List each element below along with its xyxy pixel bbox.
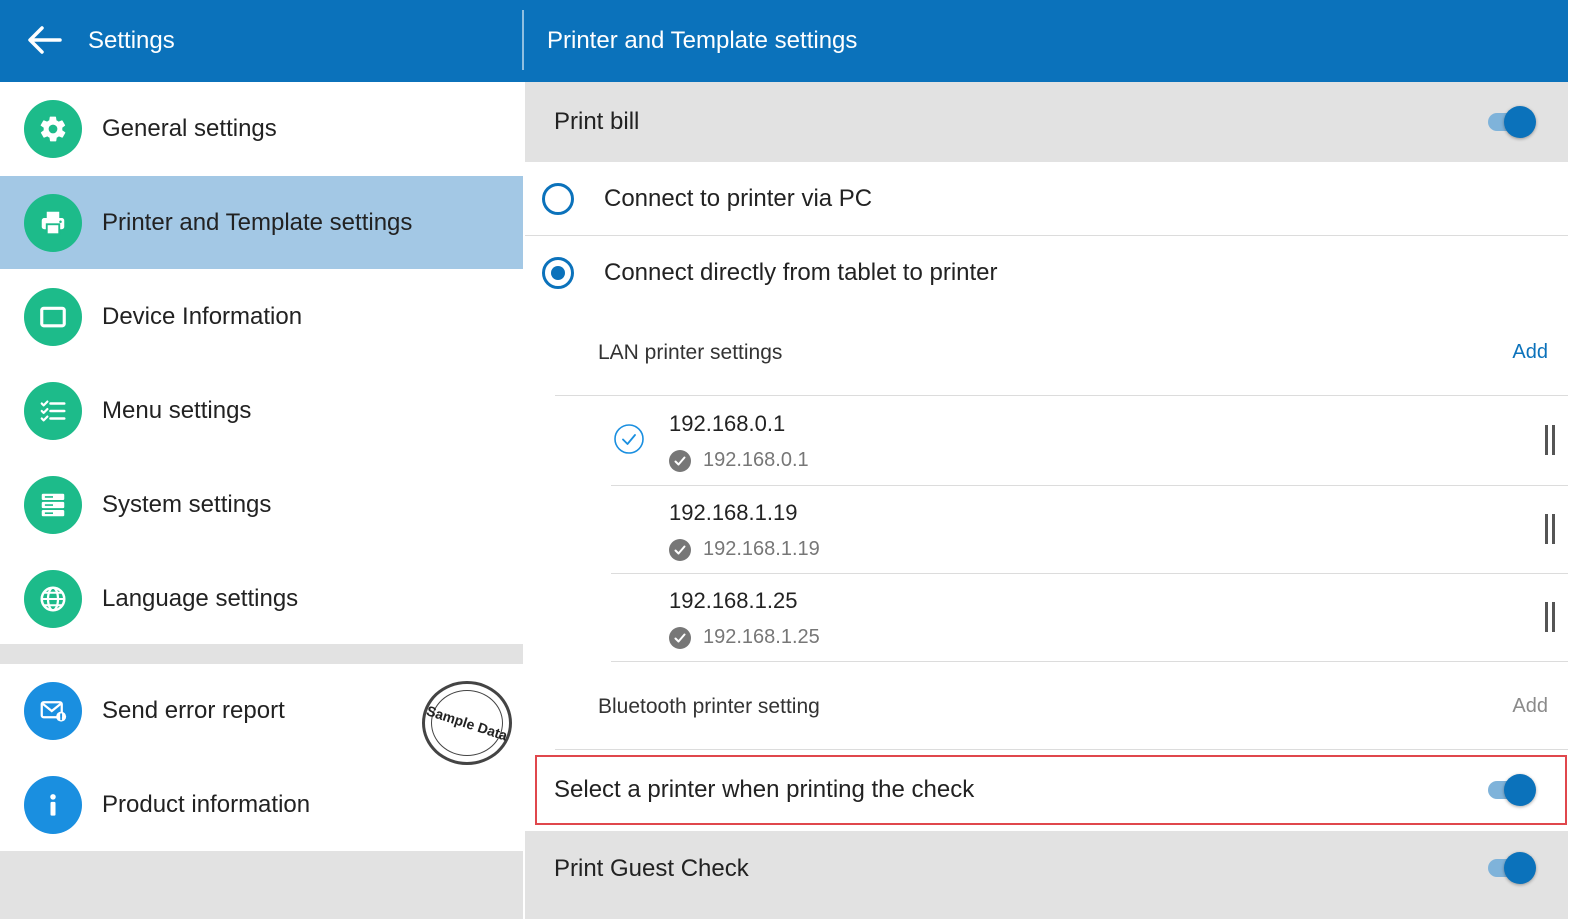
sidebar-item-device-information[interactable]: Device Information bbox=[0, 270, 523, 363]
stamp-text: Sample Data bbox=[424, 702, 510, 744]
print-bill-row: Print bill bbox=[525, 82, 1568, 162]
printer-icon bbox=[24, 193, 82, 252]
printer-settings-panel: Print bill Connect to printer via PC Con… bbox=[525, 82, 1568, 919]
sidebar-item-label: Device Information bbox=[102, 302, 303, 330]
divider bbox=[555, 749, 1568, 750]
drag-handle-icon[interactable] bbox=[1544, 602, 1556, 632]
print-guest-check-row: Print Guest Check bbox=[525, 831, 1568, 919]
sidebar-item-label: Send error report bbox=[102, 696, 285, 724]
print-bill-toggle[interactable] bbox=[1486, 105, 1538, 139]
drag-handle-icon[interactable] bbox=[1544, 514, 1556, 544]
device-icon bbox=[24, 287, 82, 346]
sidebar-item-label: Product information bbox=[102, 790, 311, 818]
bluetooth-printer-setting-title: Bluetooth printer setting bbox=[598, 695, 820, 718]
divider bbox=[555, 395, 1568, 396]
print-guest-check-label: Print Guest Check bbox=[554, 855, 749, 882]
mail-icon bbox=[24, 681, 82, 740]
add-lan-printer-link[interactable]: Add bbox=[1512, 341, 1548, 364]
lan-printer-row[interactable]: 192.168.1.19 192.168.1.19 bbox=[611, 486, 1568, 574]
sidebar-item-printer[interactable]: Printer and Template settings bbox=[0, 176, 523, 269]
window-edge bbox=[1568, 0, 1588, 919]
check-circle-icon bbox=[669, 626, 691, 649]
connect-via-pc-radio[interactable] bbox=[542, 183, 574, 215]
arrow-left-icon bbox=[28, 26, 62, 54]
add-bluetooth-printer-link[interactable]: Add bbox=[1512, 695, 1548, 718]
check-circle-icon bbox=[669, 538, 691, 561]
header-title: Settings bbox=[88, 27, 175, 54]
select-printer-row: Select a printer when printing the check bbox=[525, 755, 1568, 825]
sidebar-item-menu[interactable]: Menu settings bbox=[0, 364, 523, 457]
globe-icon bbox=[24, 569, 82, 628]
lan-printer-row[interactable]: 192.168.0.1 192.168.0.1 bbox=[611, 397, 1568, 485]
header-divider bbox=[522, 10, 524, 70]
printer-ip: 192.168.0.1 bbox=[669, 411, 786, 436]
sidebar-divider bbox=[0, 644, 523, 664]
connect-direct-option[interactable]: Connect directly from tablet to printer bbox=[525, 236, 1568, 310]
app-header: Settings Printer and Template settings bbox=[0, 0, 1568, 82]
printer-address: 192.168.1.19 bbox=[703, 538, 820, 560]
sidebar-item-label: Language settings bbox=[102, 584, 299, 612]
lan-printer-row[interactable]: 192.168.1.25 192.168.1.25 bbox=[611, 574, 1568, 662]
sidebar-item-label: Printer and Template settings bbox=[102, 208, 413, 236]
printer-status: 192.168.1.25 bbox=[669, 626, 820, 649]
printer-ip: 192.168.1.25 bbox=[669, 588, 798, 613]
sidebar-item-language[interactable]: Language settings bbox=[0, 552, 523, 645]
connect-direct-label: Connect directly from tablet to printer bbox=[604, 259, 998, 286]
sidebar-item-general[interactable]: General settings bbox=[0, 82, 523, 175]
check-circle-icon bbox=[669, 449, 691, 472]
page-title: Printer and Template settings bbox=[547, 27, 858, 54]
printer-address: 192.168.1.25 bbox=[703, 626, 820, 648]
lan-printer-settings-title: LAN printer settings bbox=[598, 341, 783, 364]
select-printer-label: Select a printer when printing the check bbox=[554, 776, 975, 803]
checklist-icon bbox=[24, 381, 82, 440]
select-printer-toggle[interactable] bbox=[1486, 773, 1538, 807]
print-bill-label: Print bill bbox=[554, 108, 640, 135]
back-button[interactable] bbox=[22, 20, 66, 60]
sidebar-item-label: System settings bbox=[102, 490, 272, 518]
connect-via-pc-label: Connect to printer via PC bbox=[604, 185, 873, 212]
sidebar-item-label: Menu settings bbox=[102, 396, 252, 424]
printer-status: 192.168.1.19 bbox=[669, 538, 820, 561]
info-icon bbox=[24, 775, 82, 834]
selected-check-icon bbox=[614, 424, 644, 454]
sidebar-item-label: General settings bbox=[102, 114, 277, 142]
sample-data-stamp: Sample Data bbox=[422, 681, 512, 765]
drag-handle-icon[interactable] bbox=[1544, 425, 1556, 455]
settings-sidebar: General settings Printer and Template se… bbox=[0, 82, 523, 919]
print-guest-check-toggle[interactable] bbox=[1486, 851, 1538, 885]
server-icon bbox=[24, 475, 82, 534]
printer-ip: 192.168.1.19 bbox=[669, 500, 798, 525]
printer-status: 192.168.0.1 bbox=[669, 449, 809, 472]
gear-icon bbox=[24, 99, 82, 158]
printer-address: 192.168.0.1 bbox=[703, 449, 809, 471]
sidebar-footer bbox=[0, 851, 523, 919]
divider bbox=[611, 661, 1568, 662]
connect-direct-radio[interactable] bbox=[542, 257, 574, 289]
sidebar-item-product-information[interactable]: Product information bbox=[0, 758, 523, 851]
connect-via-pc-option[interactable]: Connect to printer via PC bbox=[525, 162, 1568, 236]
sidebar-item-system[interactable]: System settings bbox=[0, 458, 523, 551]
